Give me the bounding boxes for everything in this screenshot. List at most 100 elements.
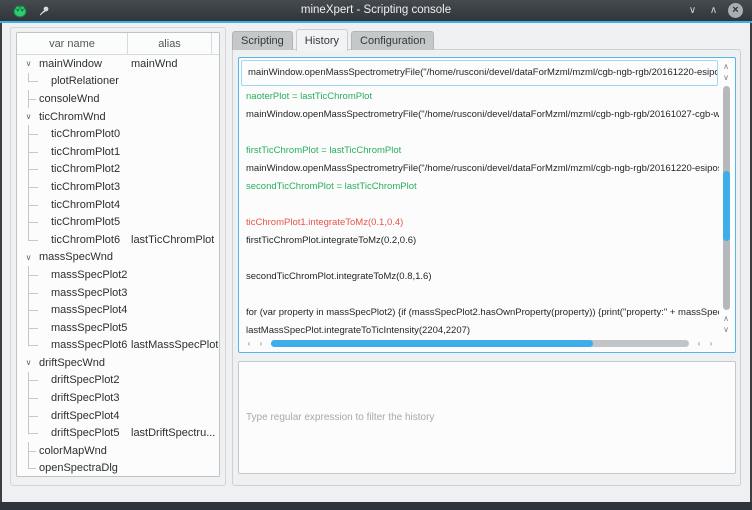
tree-item-label: ticChromPlot3 — [51, 181, 120, 193]
expand-chevron-icon[interactable]: ∨ — [21, 253, 36, 262]
history-filter-input[interactable]: Type regular expression to filter the hi… — [238, 361, 736, 474]
tree-item-driftSpecPlot4[interactable]: driftSpecPlot4 — [17, 407, 219, 425]
tree-item-ticChromWnd[interactable]: ∨ticChromWnd — [17, 108, 219, 126]
scroll-up-icon[interactable]: ∧ — [720, 313, 732, 324]
tree-item-alias: lastDriftSpectru... — [131, 424, 215, 442]
tree-branch-line — [28, 337, 48, 355]
tree-item-ticChromPlot0[interactable]: ticChromPlot0 — [17, 125, 219, 143]
horizontal-scroll-track[interactable] — [271, 340, 689, 347]
history-item[interactable]: naoterPlot = lastTicChromPlot — [240, 88, 719, 106]
column-header-stub — [212, 33, 219, 54]
tree-branch-line — [21, 442, 36, 460]
expand-chevron-icon[interactable]: ∨ — [21, 358, 36, 367]
tree-item-massSpecPlot4[interactable]: massSpecPlot4 — [17, 301, 219, 319]
horizontal-scroll-thumb[interactable] — [271, 340, 593, 347]
tree-item-massSpecPlot5[interactable]: massSpecPlot5 — [17, 319, 219, 337]
tree-item-ticChromPlot3[interactable]: ticChromPlot3 — [17, 178, 219, 196]
tree-item-label: massSpecPlot5 — [51, 322, 127, 334]
history-item[interactable]: for (var property in massSpecPlot2) {if … — [240, 304, 719, 322]
column-header-var-name[interactable]: var name — [17, 33, 128, 54]
tree-item-massSpecPlot6[interactable]: massSpecPlot6lastMassSpecPlot — [17, 337, 219, 355]
tree-item-alias: lastMassSpecPlot — [131, 337, 218, 355]
history-list[interactable]: mainWindow.openMassSpectrometryFile("/ho… — [238, 57, 736, 353]
tree-item-massSpecPlot2[interactable]: massSpecPlot2 — [17, 266, 219, 284]
history-item[interactable]: firstTicChromPlot = lastTicChromPlot — [240, 142, 719, 160]
history-item[interactable]: firstTicChromPlot.integrateToMz(0.2,0.6) — [240, 232, 719, 250]
tree-item-colorMapWnd[interactable]: colorMapWnd — [17, 442, 219, 460]
scroll-right-icon[interactable]: › — [255, 338, 267, 349]
expand-chevron-icon[interactable]: ∨ — [21, 59, 36, 68]
tree-item-label: consoleWnd — [39, 93, 100, 105]
history-list-content: mainWindow.openMassSpectrometryFile("/ho… — [240, 59, 719, 337]
tree-branch-line — [28, 125, 48, 143]
scroll-down-icon[interactable]: ∨ — [720, 72, 732, 83]
maximize-button[interactable]: ∧ — [707, 5, 720, 16]
scroll-right-icon[interactable]: › — [705, 338, 717, 349]
history-item[interactable]: secondTicChromPlot = lastTicChromPlot — [240, 178, 719, 196]
tree-item-plotRelationer[interactable]: plotRelationer — [17, 73, 219, 91]
close-button[interactable]: × — [728, 3, 743, 18]
tree-branch-line — [28, 301, 48, 319]
filter-placeholder: Type regular expression to filter the hi… — [246, 412, 434, 423]
tree-branch-line — [28, 407, 48, 425]
tree-branch-line — [28, 424, 48, 442]
tree-branch-line — [28, 161, 48, 179]
tree-item-label: ticChromPlot6 — [51, 234, 120, 246]
tree-item-consoleWnd[interactable]: consoleWnd — [17, 90, 219, 108]
history-item[interactable]: lastMassSpecPlot.integrateToTicIntensity… — [240, 322, 719, 337]
tree-item-mainWindow[interactable]: ∨mainWindowmainWnd — [17, 55, 219, 73]
tree-item-label: ticChromPlot0 — [51, 128, 120, 140]
tree-item-ticChromPlot4[interactable]: ticChromPlot4 — [17, 196, 219, 214]
scroll-down-icon[interactable]: ∨ — [720, 324, 732, 335]
pin-icon[interactable] — [38, 5, 50, 17]
history-item[interactable]: secondTicChromPlot.integrateToMz(0.8,1.6… — [240, 268, 719, 286]
history-item-empty[interactable] — [240, 124, 719, 142]
horizontal-scrollbar[interactable]: ‹ › ‹ › — [243, 337, 717, 349]
tree-item-ticChromPlot1[interactable]: ticChromPlot1 — [17, 143, 219, 161]
tab-history[interactable]: History — [296, 29, 348, 51]
titlebar[interactable]: mineXpert - Scripting console ∨ ∧ × — [0, 0, 752, 21]
scroll-left-icon[interactable]: ‹ — [243, 338, 255, 349]
history-item-empty[interactable] — [240, 250, 719, 268]
expand-chevron-icon[interactable]: ∨ — [21, 112, 36, 121]
tree-item-driftSpecPlot5[interactable]: driftSpecPlot5lastDriftSpectru... — [17, 424, 219, 442]
tree-branch-line — [28, 319, 48, 337]
history-item-empty[interactable] — [240, 286, 719, 304]
tree-item-label: ticChromPlot5 — [51, 216, 120, 228]
history-item[interactable]: mainWindow.openMassSpectrometryFile("/ho… — [240, 106, 719, 124]
tree-item-driftSpecWnd[interactable]: ∨driftSpecWnd — [17, 354, 219, 372]
minimize-button[interactable]: ∨ — [686, 5, 699, 16]
tree-item-driftSpecPlot3[interactable]: driftSpecPlot3 — [17, 389, 219, 407]
history-item[interactable]: mainWindow.openMassSpectrometryFile("/ho… — [240, 160, 719, 178]
tab-configuration[interactable]: Configuration — [351, 31, 434, 50]
tree-branch-line — [28, 213, 48, 231]
tree-item-ticChromPlot6[interactable]: ticChromPlot6lastTicChromPlot — [17, 231, 219, 249]
vertical-scrollbar[interactable]: ∧ ∨ ∧ ∨ — [720, 61, 732, 335]
tree-item-ticChromPlot5[interactable]: ticChromPlot5 — [17, 213, 219, 231]
tree-item-openSpectraDlg[interactable]: openSpectraDlg — [17, 460, 219, 477]
tree-item-ticChromPlot2[interactable]: ticChromPlot2 — [17, 161, 219, 179]
variables-tree[interactable]: var name alias ∨mainWindowmainWndplotRel… — [16, 32, 220, 477]
tree-item-label: colorMapWnd — [39, 445, 107, 457]
titlebar-accent-line — [0, 21, 752, 23]
tab-scripting[interactable]: Scripting — [232, 31, 293, 50]
scroll-left-icon[interactable]: ‹ — [693, 338, 705, 349]
tree-item-label: massSpecPlot3 — [51, 287, 127, 299]
tree-item-massSpecPlot3[interactable]: massSpecPlot3 — [17, 284, 219, 302]
tree-item-massSpecWnd[interactable]: ∨massSpecWnd — [17, 249, 219, 267]
tree-branch-line — [28, 266, 48, 284]
vertical-scroll-track[interactable] — [723, 86, 730, 310]
vertical-scroll-thumb[interactable] — [723, 171, 730, 240]
tree-item-label: ticChromPlot4 — [51, 199, 120, 211]
variables-panel: var name alias ∨mainWindowmainWndplotRel… — [10, 27, 226, 486]
window-edge-bottom — [0, 502, 752, 510]
tree-item-label: ticChromWnd — [39, 111, 106, 123]
history-item-empty[interactable] — [240, 196, 719, 214]
history-item[interactable]: ticChromPlot1.integrateToMz(0.1,0.4) — [240, 214, 719, 232]
column-header-alias[interactable]: alias — [128, 33, 212, 54]
history-item[interactable]: mainWindow.openMassSpectrometryFile("/ho… — [241, 60, 718, 86]
tree-item-driftSpecPlot2[interactable]: driftSpecPlot2 — [17, 372, 219, 390]
scroll-up-icon[interactable]: ∧ — [720, 61, 732, 72]
tree-branch-line — [28, 196, 48, 214]
tree-item-label: massSpecPlot2 — [51, 269, 127, 281]
